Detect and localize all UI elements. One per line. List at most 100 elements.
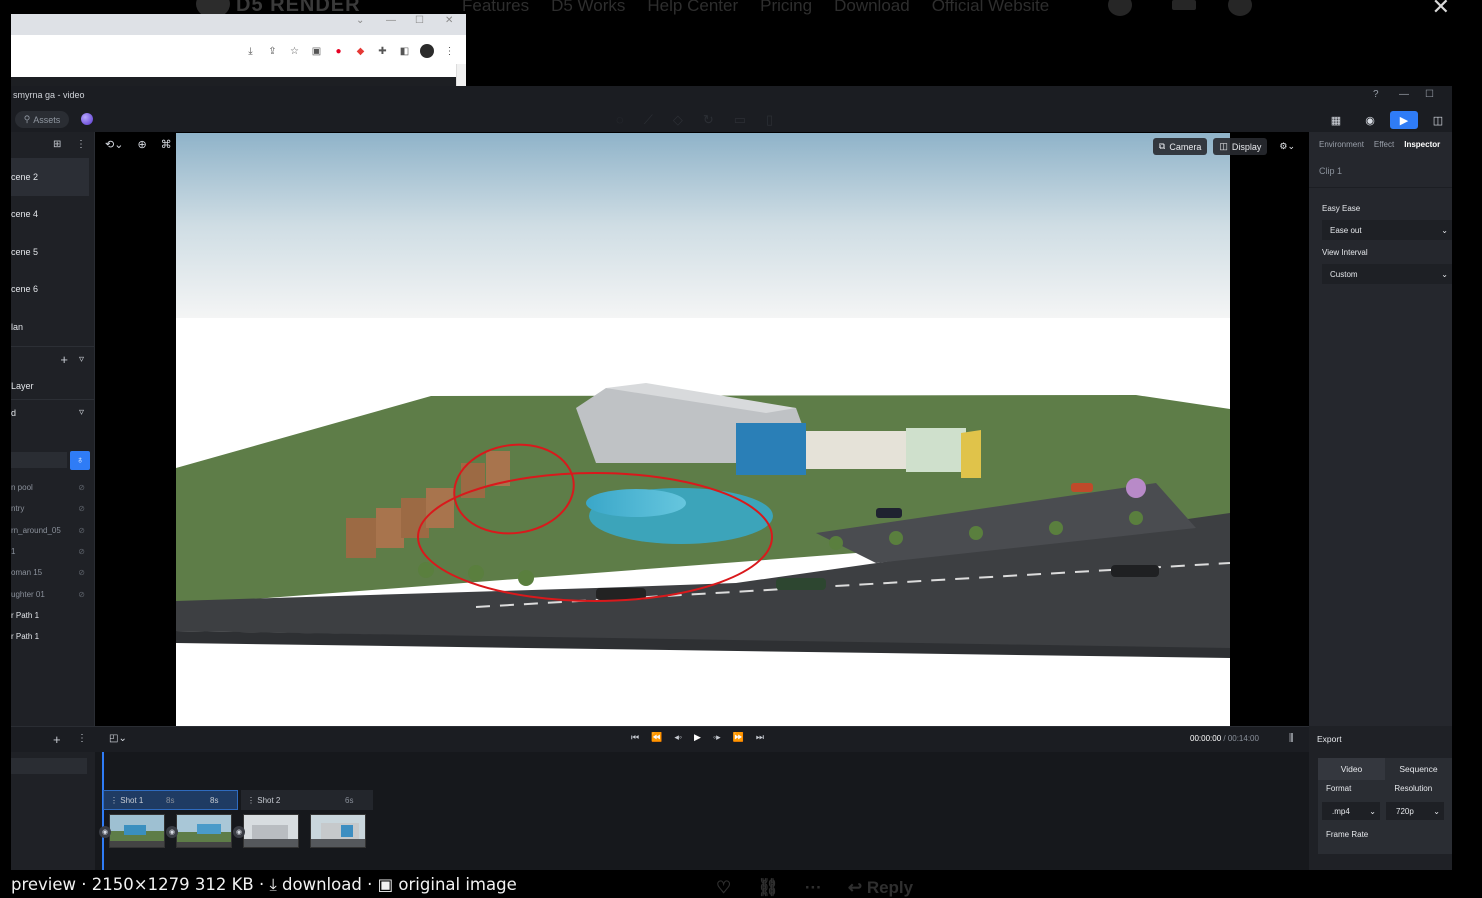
hidden-eye-icon[interactable]: ⊘ (78, 547, 85, 556)
layer-collapse-icon[interactable]: ▿ (79, 354, 84, 365)
skip-end-icon[interactable]: ⏭ (756, 732, 764, 743)
lightbox-close-icon[interactable]: ✕ (1432, 0, 1450, 20)
hidden-eye-icon[interactable]: ⊘ (78, 568, 85, 577)
site-nav-works[interactable]: D5 Works (551, 0, 625, 16)
add-scene-icon[interactable]: ⊞ (53, 139, 61, 150)
object-row[interactable]: 1 ⊘ (11, 541, 95, 562)
fast-forward-icon[interactable]: ⏩ (733, 732, 744, 743)
like-icon[interactable]: ♡ (716, 878, 731, 898)
shot-thumbnail[interactable] (176, 814, 232, 848)
browser-maximize-icon[interactable]: ☐ (415, 15, 424, 26)
site-nav-download[interactable]: Download (834, 0, 910, 16)
video-mode-icon[interactable]: ▶ (1390, 111, 1418, 129)
tab-inspector[interactable]: Inspector (1404, 140, 1440, 149)
scene-item-plan[interactable]: lan (11, 308, 94, 346)
tab-environment[interactable]: Environment (1319, 140, 1364, 149)
site-nav-official[interactable]: Official Website (932, 0, 1049, 16)
browser-minimize-icon[interactable]: — (386, 15, 396, 26)
layer-item[interactable]: Layer (11, 373, 94, 399)
audio-wave-icon[interactable]: ⫼ (1289, 733, 1294, 744)
keyframe-camera-icon[interactable]: ◉ (166, 826, 178, 838)
puzzle-icon[interactable]: ✚ (376, 45, 389, 58)
hidden-eye-icon[interactable]: ⊘ (78, 483, 85, 492)
site-nav-pricing[interactable]: Pricing (760, 0, 812, 16)
viewport-settings-button[interactable]: ⚙⌄ (1273, 138, 1301, 155)
shot-2[interactable]: ⋮ Shot 2 6s (241, 790, 373, 810)
scene-item-6[interactable]: cene 6 (11, 271, 94, 309)
tab-effect[interactable]: Effect (1374, 140, 1394, 149)
easy-ease-select[interactable]: Ease out ⌄ (1322, 220, 1452, 240)
pinterest-icon[interactable]: ● (332, 45, 345, 58)
object-row[interactable]: ntry ⊘ (11, 498, 95, 519)
scene-item-2[interactable]: cene 2 (11, 158, 89, 196)
browser-scrollbar[interactable] (456, 64, 466, 86)
object-row[interactable]: n pool ⊘ (11, 477, 95, 498)
format-select[interactable]: .mp4 ⌄ (1322, 802, 1380, 820)
site-avatar-icon[interactable] (1228, 0, 1252, 16)
site-nav-help[interactable]: Help Center (647, 0, 738, 16)
object-row[interactable]: rn_around_05 ⊘ (11, 520, 95, 541)
rewind-icon[interactable]: ⏪ (651, 732, 662, 743)
hidden-eye-icon[interactable]: ⊘ (78, 590, 85, 599)
drag-handle-icon[interactable]: ⋮ (247, 796, 257, 805)
camera-keyframe-icon[interactable]: ◰⌄ (109, 733, 127, 744)
profile-icon[interactable] (420, 44, 434, 58)
menu-icon[interactable]: ⋮ (443, 45, 456, 58)
transform-tool-icon[interactable]: ⟲⌄ (105, 138, 123, 151)
download-icon[interactable]: ⤓ (244, 45, 257, 58)
timeline-more-icon[interactable]: ⋮ (77, 733, 87, 744)
resolution-select[interactable]: 720p ⌄ (1386, 802, 1444, 820)
render-image-icon[interactable]: ▦ (1322, 111, 1350, 129)
more-icon[interactable]: ··· (805, 878, 822, 898)
scene-item-4[interactable]: cene 4 (11, 196, 94, 234)
filter-dropdown-icon[interactable]: ▿ (79, 407, 84, 418)
star-icon[interactable]: ☆ (288, 45, 301, 58)
tab-sequence[interactable]: Sequence (1385, 758, 1452, 780)
site-nav-features[interactable]: Features (462, 0, 529, 16)
object-row[interactable]: oman 15 ⊘ (11, 562, 95, 583)
object-filter-row[interactable]: d ▿ (11, 400, 94, 426)
display-button[interactable]: ◫ Display (1213, 138, 1268, 155)
window-maximize-icon[interactable]: ☐ (1425, 89, 1434, 100)
hidden-eye-icon[interactable]: ⊘ (78, 504, 85, 513)
download-link[interactable]: ⤓ download (269, 875, 361, 894)
next-frame-icon[interactable]: ◦▸ (713, 732, 721, 743)
sidepanel-icon[interactable]: ◧ (398, 45, 411, 58)
share-icon[interactable]: ⇪ (266, 45, 279, 58)
shot-thumbnail[interactable] (243, 814, 299, 848)
shot-thumbnail[interactable] (310, 814, 366, 848)
reply-button[interactable]: ↩ Reply (848, 878, 913, 898)
play-icon[interactable]: ▶ (694, 732, 701, 743)
skip-start-icon[interactable]: ⏮ (631, 732, 639, 743)
prev-frame-icon[interactable]: ◂◦ (674, 732, 682, 743)
playhead[interactable] (102, 752, 104, 870)
scene-item-5[interactable]: cene 5 (11, 233, 94, 271)
camera-mode-icon[interactable]: ◉ (1356, 111, 1384, 129)
add-layer-icon[interactable]: + (60, 352, 68, 367)
viewport[interactable]: ⟲⌄ ⊕ ⌘ ⧉ Camera ◫ Display ⚙⌄ (95, 132, 1309, 726)
help-icon[interactable]: ? (1373, 89, 1379, 100)
maps-icon[interactable]: ◆ (354, 45, 367, 58)
browser-close-icon[interactable]: ✕ (445, 15, 453, 26)
shot-1[interactable]: ⋮ Shot 1 8s 8s (103, 790, 238, 810)
add-shot-icon[interactable]: + (53, 732, 61, 747)
view-interval-select[interactable]: Custom ⌄ (1322, 264, 1452, 284)
object-row[interactable]: r Path 1 (11, 605, 95, 626)
scene-more-icon[interactable]: ⋮ (76, 139, 86, 150)
object-row[interactable]: ughter 01 ⊘ (11, 583, 95, 604)
site-search-icon[interactable] (1108, 0, 1132, 16)
track-label-bar[interactable] (11, 758, 87, 774)
browser-tabsearch-icon[interactable]: ⌄ (356, 15, 364, 26)
keyframe-camera-icon[interactable]: ◉ (233, 826, 245, 838)
snap-icon[interactable]: ⌘ (161, 138, 172, 151)
hidden-eye-icon[interactable]: ⊘ (78, 526, 85, 535)
tab-video[interactable]: Video (1318, 758, 1385, 780)
keyframe-camera-icon[interactable]: ◉ (99, 826, 111, 838)
link-icon[interactable]: ⛓ (757, 878, 779, 898)
assets-button[interactable]: ⚲ Assets (15, 111, 69, 128)
ai-orb-icon[interactable] (81, 113, 93, 125)
camera-button[interactable]: ⧉ Camera (1152, 138, 1208, 155)
drag-handle-icon[interactable]: ⋮ (110, 796, 120, 805)
panorama-mode-icon[interactable]: ◫ (1424, 111, 1452, 129)
original-image-link[interactable]: ▣ original image (378, 875, 517, 894)
